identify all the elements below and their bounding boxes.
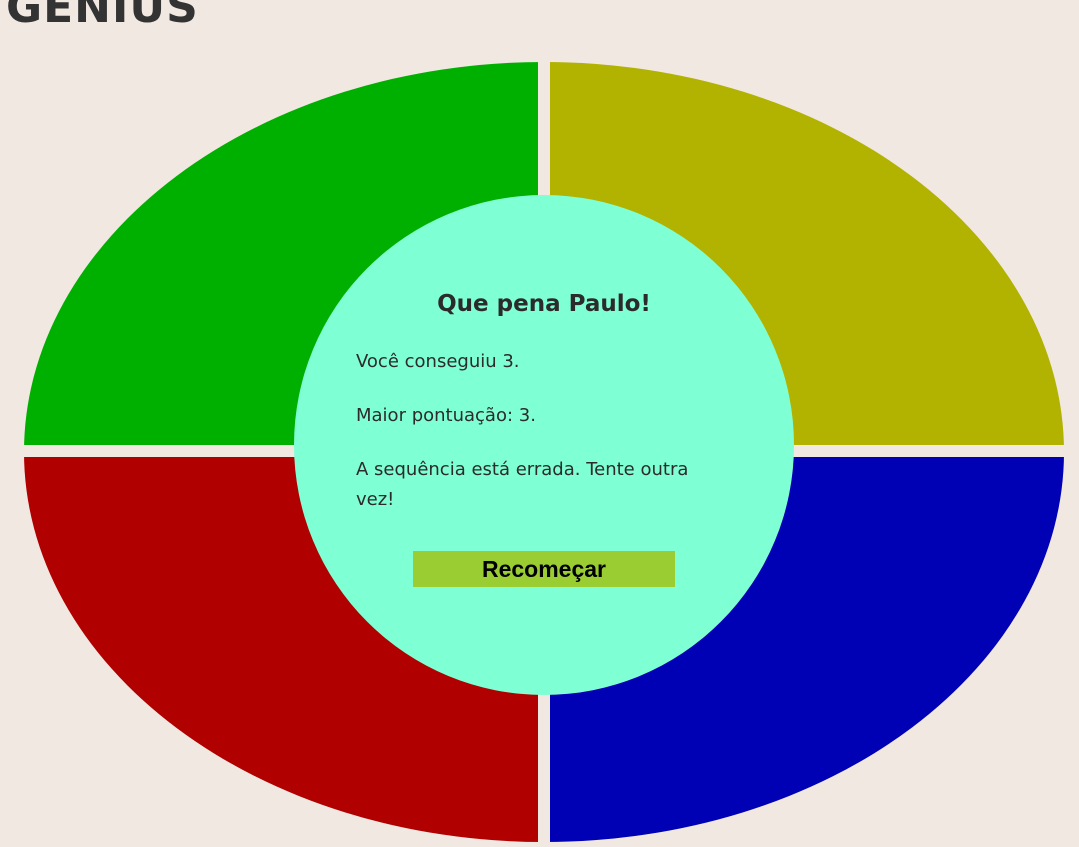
app-title: GENIUS (6, 0, 199, 33)
high-score-text: Maior pontuação: 3. (356, 405, 536, 426)
result-title: Que pena Paulo! (437, 291, 651, 317)
result-panel: Que pena Paulo! Você conseguiu 3. Maior … (294, 195, 794, 695)
error-text: A sequência está errada. Tente outra vez… (356, 459, 689, 510)
score-text: Você conseguiu 3. (356, 351, 520, 372)
restart-button[interactable]: Recomeçar (413, 551, 675, 587)
